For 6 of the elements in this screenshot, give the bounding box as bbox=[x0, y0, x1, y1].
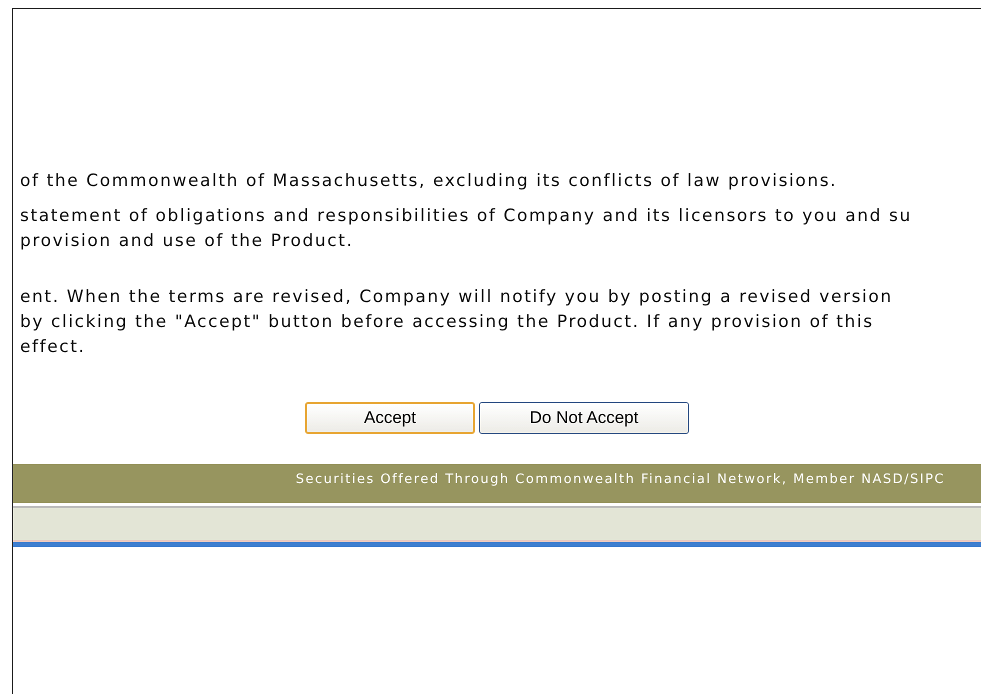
accept-button[interactable]: Accept bbox=[305, 402, 475, 434]
agreement-paragraph: statement of obligations and responsibilities of Company and its licensors to you and su provision and use of the Product. bbox=[20, 205, 913, 253]
decline-button[interactable]: Do Not Accept bbox=[479, 402, 689, 434]
agreement-paragraph: of the Commonwealth of Massachusetts, excluding its conflicts of law provisions. bbox=[20, 170, 838, 193]
footer-text: Securities Offered Through Commonwealth Financial Network, Member NASD/SIPC bbox=[296, 471, 945, 489]
agreement-paragraph: ent. When the terms are revised, Company will notify you by posting a revised version by clicking the "Accept" button before accessing the Product. If any provision of this effect. bbox=[20, 286, 894, 359]
